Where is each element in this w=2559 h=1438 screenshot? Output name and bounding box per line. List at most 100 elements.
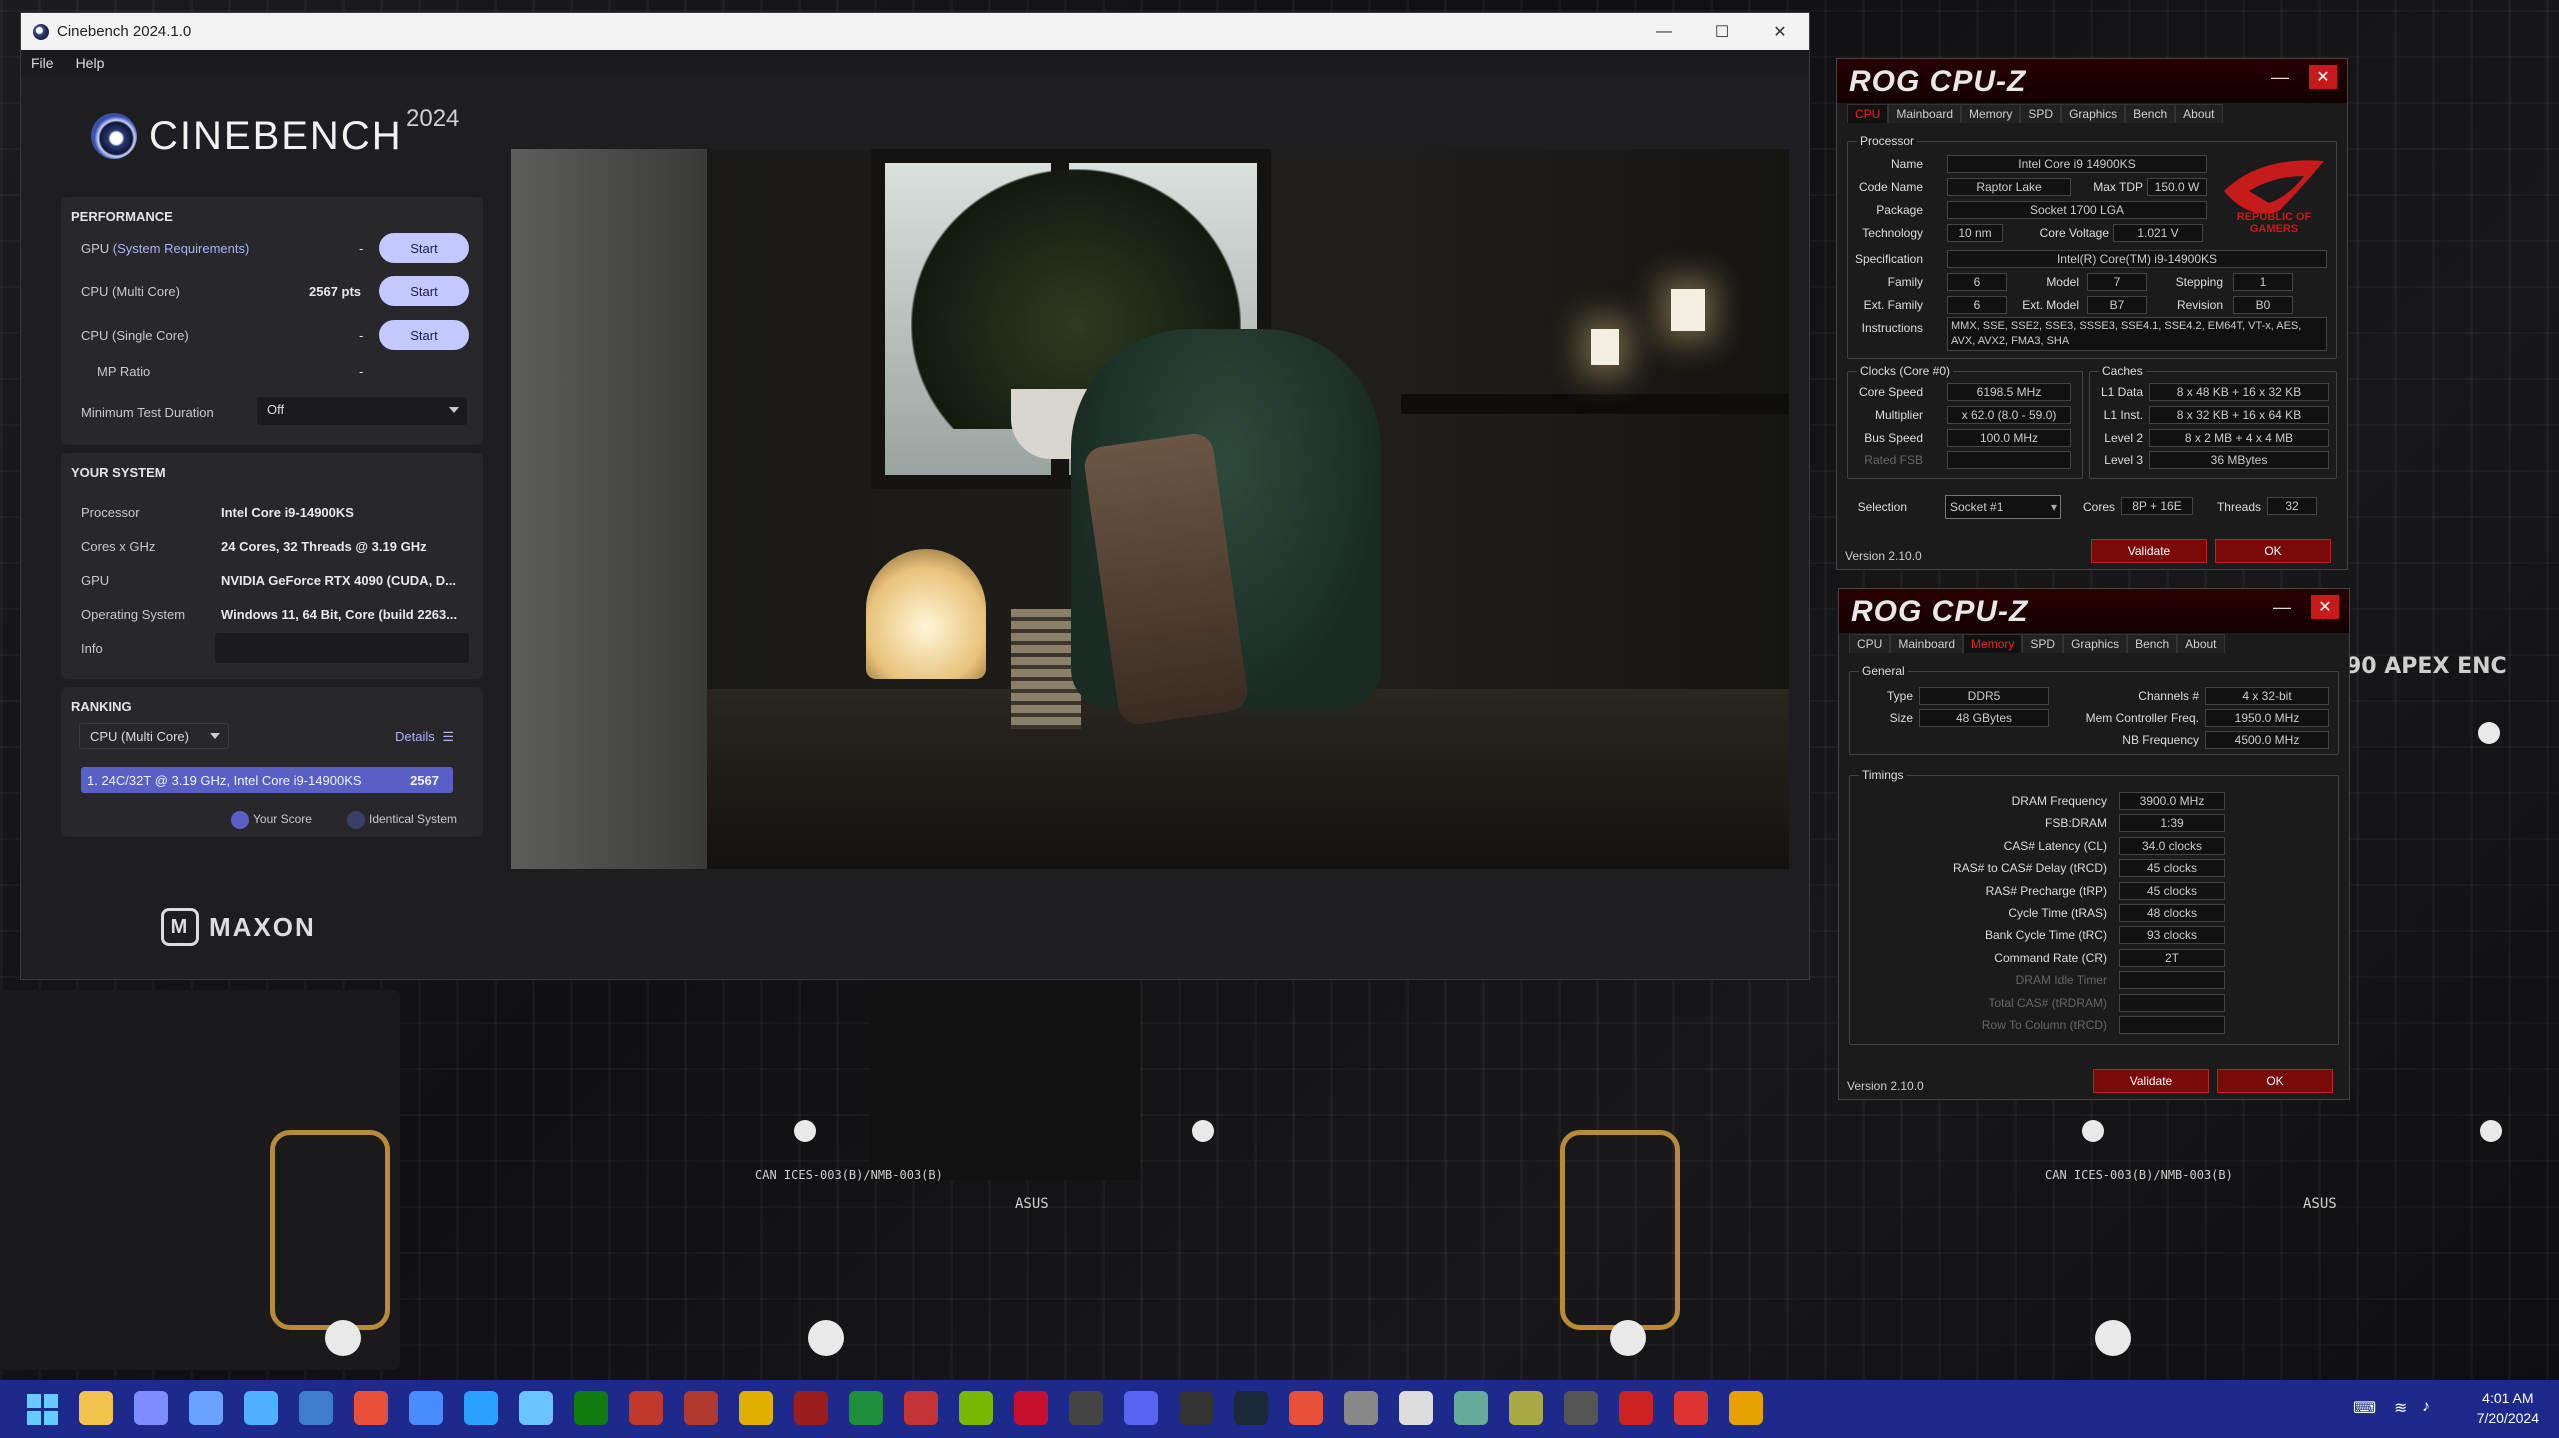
ranking-select[interactable]: CPU (Multi Core)	[79, 723, 229, 749]
hwinfo-icon[interactable]	[629, 1391, 663, 1425]
cpuz-version: Version 2.10.0	[1847, 1079, 1924, 1093]
tab-bench[interactable]: Bench	[2125, 104, 2176, 123]
tab-graphics[interactable]: Graphics	[2061, 104, 2126, 123]
tab-graphics[interactable]: Graphics	[2063, 634, 2128, 653]
ok-button[interactable]: OK	[2217, 1069, 2333, 1093]
name-value: Intel Core i9 14900KS	[1947, 155, 2207, 173]
app5-icon[interactable]	[1619, 1391, 1653, 1425]
terminal-icon[interactable]	[1069, 1391, 1103, 1425]
file-explorer-icon[interactable]	[79, 1391, 113, 1425]
xbox-icon[interactable]	[574, 1391, 608, 1425]
tab-mainboard[interactable]: Mainboard	[1890, 634, 1964, 653]
cpu-multi-start-button[interactable]: Start	[379, 276, 469, 306]
task-manager-icon[interactable]	[189, 1391, 223, 1425]
paint-icon[interactable]	[464, 1391, 498, 1425]
timing-label: RAS# Precharge (tRP)	[1985, 883, 2107, 898]
app-icon[interactable]	[1344, 1391, 1378, 1425]
details-button[interactable]: Details ☰	[395, 729, 454, 745]
photos-icon[interactable]	[244, 1391, 278, 1425]
cpu-single-score: -	[359, 328, 364, 343]
cinebench-icon[interactable]	[1729, 1391, 1763, 1425]
chrome-alt-icon[interactable]	[1289, 1391, 1323, 1425]
multiplier-value: x 62.0 (8.0 - 59.0)	[1947, 406, 2071, 424]
minimize-button[interactable]: —	[2271, 67, 2289, 88]
package-value: Socket 1700 LGA	[1947, 201, 2207, 219]
tab-spd[interactable]: SPD	[2022, 634, 2064, 653]
tab-cpu[interactable]: CPU	[1847, 104, 1889, 123]
gear-icon[interactable]	[1399, 1391, 1433, 1425]
cpuz-icon[interactable]	[794, 1391, 828, 1425]
aida-icon[interactable]	[684, 1391, 718, 1425]
start-icon[interactable]	[24, 1391, 58, 1425]
taskbar-clock[interactable]: 4:01 AM 7/20/2024	[2477, 1388, 2539, 1428]
tab-about[interactable]: About	[2177, 634, 2225, 653]
close-button[interactable]: ✕	[2309, 65, 2337, 89]
store-icon[interactable]	[409, 1391, 443, 1425]
gpu-start-button[interactable]: Start	[379, 233, 469, 263]
timing-label: DRAM Idle Timer	[2015, 973, 2107, 988]
cpu-single-label: CPU (Single Core)	[81, 328, 189, 343]
tab-about[interactable]: About	[2175, 104, 2223, 123]
maximize-button[interactable]: ☐	[1693, 13, 1751, 50]
cpu-single-start-button[interactable]: Start	[379, 320, 469, 350]
tab-cpu[interactable]: CPU	[1849, 634, 1891, 653]
bm-icon[interactable]	[739, 1391, 773, 1425]
render-lamp	[866, 549, 986, 679]
wifi-icon[interactable]: ≋	[2394, 1398, 2407, 1418]
firefox-alt-icon[interactable]	[1674, 1391, 1708, 1425]
title-bar[interactable]: Cinebench 2024.1.0 — ☐ ✕	[21, 13, 1809, 50]
cinebench-orb-icon	[91, 113, 137, 159]
nvidia-icon[interactable]	[959, 1391, 993, 1425]
gpu-value: NVIDIA GeForce RTX 4090 (CUDA, D...	[221, 573, 457, 588]
close-button[interactable]: ✕	[2311, 595, 2339, 619]
tab-memory[interactable]: Memory	[1963, 634, 2023, 653]
mem-controller-freq-value: 1950.0 MHz	[2205, 709, 2329, 727]
tab-memory[interactable]: Memory	[1961, 104, 2021, 123]
system-requirements-link[interactable]: (System Requirements)	[113, 241, 250, 256]
ok-button[interactable]: OK	[2215, 539, 2331, 563]
discord-icon[interactable]	[1124, 1391, 1158, 1425]
cinebench-window: Cinebench 2024.1.0 — ☐ ✕ File Help CINEB…	[20, 12, 1810, 980]
chrome-icon[interactable]	[354, 1391, 388, 1425]
model-label: Model	[2046, 275, 2079, 289]
aida64-icon[interactable]	[904, 1391, 938, 1425]
size-label: Size	[1889, 711, 1913, 725]
tab-spd[interactable]: SPD	[2020, 104, 2062, 123]
processor-label: Processor	[81, 505, 140, 520]
stepping-value: 1	[2233, 273, 2293, 291]
calculator-icon[interactable]	[299, 1391, 333, 1425]
gpu-z-icon[interactable]	[1014, 1391, 1048, 1425]
board-led	[1192, 1120, 1214, 1142]
obs-icon[interactable]	[1179, 1391, 1213, 1425]
minimize-button[interactable]: —	[1635, 13, 1693, 50]
app4-icon[interactable]	[1564, 1391, 1598, 1425]
cpuz-title-bar[interactable]: ROG CPU-Z — ✕	[1839, 589, 2349, 633]
cpuz-memory-window: ROG CPU-Z — ✕ CPU Mainboard Memory SPD G…	[1838, 588, 2350, 1100]
minimize-button[interactable]: —	[2273, 597, 2291, 618]
menu-bar: File Help	[21, 50, 1809, 76]
timing-label: Command Rate (CR)	[1994, 950, 2107, 965]
close-button[interactable]: ✕	[1751, 13, 1809, 50]
notepad-icon[interactable]	[519, 1391, 553, 1425]
render-floor	[707, 689, 1789, 869]
volume-icon[interactable]: ♪	[2422, 1398, 2430, 1416]
tab-mainboard[interactable]: Mainboard	[1888, 104, 1962, 123]
keyboard-icon[interactable]: ⌨	[2353, 1398, 2376, 1418]
legend-identical-system: Identical System	[347, 811, 457, 829]
tab-bench[interactable]: Bench	[2127, 634, 2178, 653]
socket-select[interactable]: Socket #1 ▾	[1945, 495, 2061, 519]
validate-button[interactable]: Validate	[2093, 1069, 2209, 1093]
menu-help[interactable]: Help	[76, 55, 105, 71]
min-duration-select[interactable]: Off	[257, 397, 467, 425]
steam-icon[interactable]	[1234, 1391, 1268, 1425]
validate-button[interactable]: Validate	[2091, 539, 2207, 563]
ranking-entry[interactable]: 1. 24C/32T @ 3.19 GHz, Intel Core i9-149…	[81, 767, 453, 793]
info-field[interactable]	[215, 633, 469, 663]
menu-file[interactable]: File	[31, 55, 54, 71]
xbox-app-icon[interactable]	[849, 1391, 883, 1425]
cinebench-app-icon	[33, 23, 49, 40]
settings-icon[interactable]	[134, 1391, 168, 1425]
app3-icon[interactable]	[1509, 1391, 1543, 1425]
app2-icon[interactable]	[1454, 1391, 1488, 1425]
cpuz-title-bar[interactable]: ROG CPU-Z — ✕	[1837, 59, 2347, 103]
